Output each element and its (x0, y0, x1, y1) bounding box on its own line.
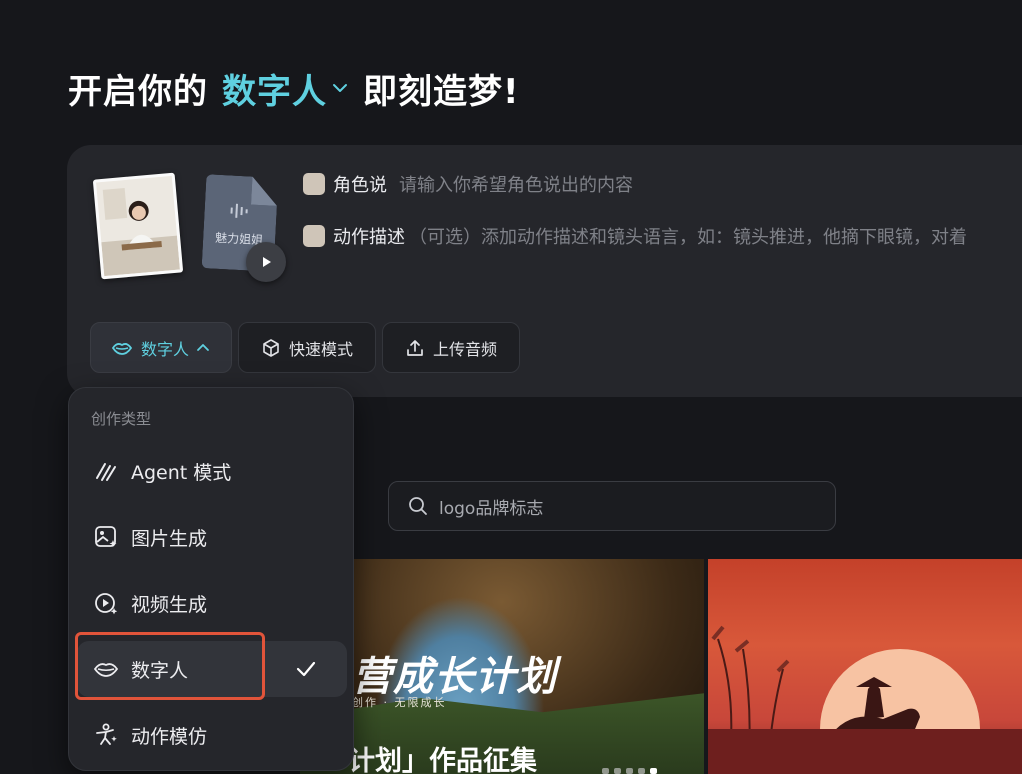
search-icon (409, 497, 427, 515)
character-photo-illustration (96, 175, 180, 277)
creation-type-dropdown: 创作类型 Agent 模式 图片生成 视频生成 数字人 动作模仿 (68, 387, 354, 771)
carousel-dot[interactable] (638, 768, 645, 774)
chip-label: 数字人 (140, 339, 189, 359)
title-suffix: 即刻造梦! (363, 71, 520, 112)
audio-file-fold (251, 177, 278, 206)
menu-item-label: 视频生成 (131, 593, 208, 616)
cube-icon (263, 338, 279, 357)
menu-item-label: Agent 模式 (131, 461, 232, 484)
card-ground (708, 729, 1022, 774)
speech-input[interactable]: 请输入你希望角色说出的内容 (399, 171, 633, 197)
mode-chip-digital-human[interactable]: 数字人 (90, 322, 232, 373)
character-mini-avatar (303, 173, 325, 195)
chevron-down-icon[interactable] (331, 79, 349, 97)
lips-icon (111, 342, 133, 355)
card-subtitle: 创作 · 无限成长 (352, 696, 447, 709)
page-title: 开启你的 数字人 即刻造梦! (68, 64, 520, 112)
play-voice-button[interactable] (246, 242, 286, 282)
menu-item-label: 数字人 (131, 659, 189, 682)
menu-item-label: 图片生成 (131, 527, 208, 550)
dropdown-section-title: 创作类型 (91, 410, 152, 428)
lips-icon (93, 663, 119, 677)
menu-item-label: 动作模仿 (131, 725, 208, 748)
speech-label: 角色说 (333, 175, 387, 196)
action-label: 动作描述 (333, 227, 405, 248)
gallery-card-sunset-rider[interactable] (708, 559, 1022, 774)
title-mode-selector[interactable]: 数字人 (222, 64, 327, 113)
chip-label: 快速模式 (288, 339, 353, 359)
carousel-dot[interactable] (626, 768, 633, 774)
play-icon (263, 257, 271, 267)
agent-icon (96, 463, 116, 481)
card-caption: 计划」作品征集 (348, 746, 537, 774)
image-gen-icon (95, 526, 117, 547)
menu-item-image-generation[interactable]: 图片生成 (77, 509, 347, 565)
menu-item-video-generation[interactable]: 视频生成 (77, 575, 347, 631)
video-gen-icon (95, 593, 118, 615)
character-mini-avatar (303, 225, 325, 247)
checkmark-icon (296, 661, 316, 677)
menu-item-agent-mode[interactable]: Agent 模式 (77, 443, 347, 499)
quick-mode-chip[interactable]: 快速模式 (238, 322, 376, 373)
carousel-dot-active[interactable] (650, 768, 657, 774)
carousel-dot[interactable] (602, 768, 609, 774)
speech-prompt-row[interactable]: 角色说 请输入你希望角色说出的内容 (303, 171, 633, 197)
search-input[interactable]: logo品牌标志 (388, 481, 836, 531)
title-prefix: 开启你的 (68, 71, 208, 112)
chevron-up-icon (197, 343, 209, 351)
carousel-dot[interactable] (614, 768, 621, 774)
menu-item-digital-human[interactable]: 数字人 (77, 641, 347, 697)
upload-audio-chip[interactable]: 上传音频 (382, 322, 520, 373)
audio-wave-icon (230, 203, 248, 218)
gallery-card-growth-plan[interactable]: 营成长计划 创作 · 无限成长 计划」作品征集 (300, 559, 704, 774)
menu-item-motion-imitation[interactable]: 动作模仿 (77, 707, 347, 763)
upload-icon (407, 339, 423, 356)
motion-icon (96, 723, 117, 745)
chip-label: 上传音频 (432, 339, 497, 359)
character-image-thumbnail[interactable] (92, 172, 184, 280)
action-prompt-row[interactable]: 动作描述 （可选）添加动作描述和镜头语言，如：镜头推进，他摘下眼镜，对着 (303, 223, 967, 249)
search-value: logo品牌标志 (439, 498, 544, 519)
carousel-dots[interactable] (602, 768, 657, 774)
action-input[interactable]: （可选）添加动作描述和镜头语言，如：镜头推进，他摘下眼镜，对着 (409, 223, 967, 249)
